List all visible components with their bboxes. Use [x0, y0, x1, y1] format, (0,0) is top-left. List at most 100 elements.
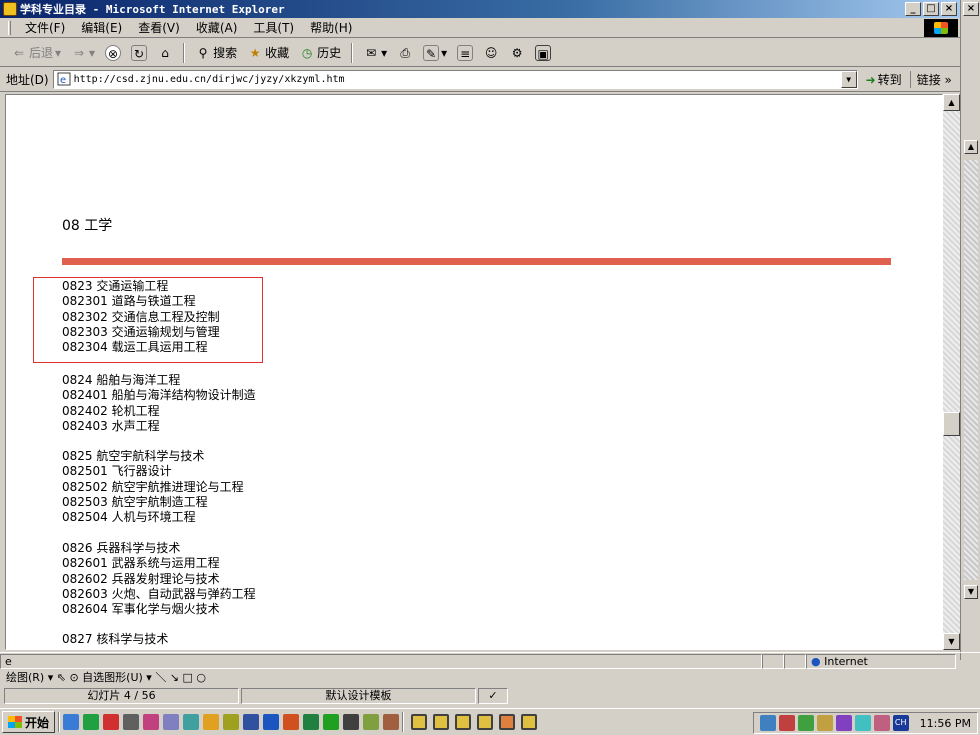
forward-arrow-icon: ⇒ [74, 45, 85, 60]
menu-file[interactable]: 文件(F) [17, 19, 73, 36]
task-window-icon[interactable] [411, 714, 428, 730]
background-scroll-up[interactable]: ▲ [964, 140, 978, 154]
task-window-icon[interactable] [477, 714, 494, 730]
discipline-line: 082402 轮机工程 [62, 403, 160, 418]
excel-quicklaunch-icon[interactable] [303, 714, 320, 730]
drawing-toolbar[interactable]: 绘图(R) ▾ ⇖ ⊙ 自选图形(U) ▾ ＼ ↘ □ ○ [0, 670, 980, 686]
history-button[interactable]: ◷ 历史 [296, 42, 344, 64]
standard-toolbar: ⇐ 后退 ▾ ⇒ ▾ ⊗ ↻ ⌂ ⚲ 搜索 ★ 收藏 ◷ 历史 ✉ ▾ ⎙ ✎ … [0, 39, 960, 67]
history-label: 历史 [317, 46, 342, 60]
tray-icon[interactable] [759, 715, 776, 731]
background-scroll-track[interactable] [964, 160, 978, 580]
app-quicklaunch-icon[interactable] [243, 714, 260, 730]
home-button[interactable]: ⌂ [154, 42, 176, 64]
app-quicklaunch-icon[interactable] [363, 714, 380, 730]
stop-button[interactable]: ⊗ [102, 42, 124, 64]
app-quicklaunch-icon[interactable] [223, 714, 240, 730]
red-divider [62, 258, 891, 265]
ime-indicator[interactable]: CH [892, 715, 909, 731]
tray-icon[interactable] [854, 715, 871, 731]
favorites-button[interactable]: ★ 收藏 [244, 42, 292, 64]
zone-panel: ● Internet [806, 654, 956, 669]
scroll-thumb[interactable] [943, 412, 960, 436]
windows-logo-icon [924, 19, 958, 37]
scroll-down-button[interactable]: ▼ [943, 633, 960, 650]
menubar-grip[interactable] [8, 20, 11, 35]
background-scroll-down[interactable]: ▼ [964, 585, 978, 599]
ie-quicklaunch-icon[interactable] [63, 714, 80, 730]
app-quicklaunch-icon[interactable] [383, 714, 400, 730]
refresh-button[interactable]: ↻ [128, 42, 150, 64]
discuss-icon: ≡ [457, 44, 474, 61]
search-button[interactable]: ⚲ 搜索 [192, 42, 240, 64]
app-quicklaunch-icon[interactable] [183, 714, 200, 730]
scroll-up-button[interactable]: ▲ [943, 94, 960, 111]
favorites-icon: ★ [249, 45, 261, 60]
page-done-icon: e [5, 655, 12, 668]
spellcheck-icon[interactable]: ✓ [478, 688, 508, 704]
links-button[interactable]: 链接 » [909, 71, 952, 88]
address-dropdown-button[interactable]: ▼ [840, 71, 857, 88]
task-window-icon[interactable] [455, 714, 472, 730]
minimize-button[interactable]: _ [905, 2, 921, 16]
forward-dropdown-icon[interactable]: ▾ [89, 46, 95, 60]
desktop-quicklaunch-icon[interactable] [83, 714, 100, 730]
menu-edit[interactable]: 编辑(E) [73, 19, 130, 36]
tray-icon[interactable] [797, 715, 814, 731]
vertical-scrollbar[interactable]: ▲ ▼ [943, 94, 960, 650]
edit-page-icon: ✎ [423, 44, 440, 61]
messenger-icon: ☺ [484, 45, 498, 60]
discuss-button[interactable]: ≡ [454, 42, 476, 64]
clock[interactable]: 11:56 PM [920, 717, 971, 730]
go-label: 转到 [877, 73, 902, 87]
discipline-line: 082604 军事化学与烟火技术 [62, 602, 220, 617]
app-quicklaunch-icon[interactable] [163, 714, 180, 730]
edit-dropdown-icon[interactable]: ▾ [441, 46, 447, 60]
mail-button[interactable]: ✉ ▾ [360, 42, 390, 64]
tray-icon[interactable] [816, 715, 833, 731]
start-button[interactable]: 开始 [2, 711, 56, 733]
back-dropdown-icon[interactable]: ▾ [55, 46, 61, 60]
word-quicklaunch-icon[interactable] [263, 714, 280, 730]
menu-help[interactable]: 帮助(H) [302, 19, 360, 36]
app-quicklaunch-icon[interactable] [123, 714, 140, 730]
discipline-line: 082503 航空宇航制造工程 [62, 494, 208, 509]
close-button[interactable]: × [941, 2, 957, 16]
print-button[interactable]: ⎙ [394, 42, 416, 64]
page-content: 08 工学 0823 交通运输工程 082301 道路与铁道工程 082302 … [5, 94, 943, 650]
edit-button[interactable]: ✎ ▾ [420, 42, 450, 64]
research-button[interactable]: ⚙ [506, 42, 528, 64]
task-window-icon[interactable] [433, 714, 450, 730]
app-quicklaunch-icon[interactable] [103, 714, 120, 730]
menu-view[interactable]: 查看(V) [130, 19, 188, 36]
app-quicklaunch-icon[interactable] [343, 714, 360, 730]
page-icon: e [57, 72, 71, 86]
background-close-button[interactable]: × [963, 2, 979, 16]
discipline-group: 0824 船舶与海洋工程 082401 船舶与海洋结构物设计制造 082402 … [62, 373, 256, 434]
tray-icon[interactable] [835, 715, 852, 731]
task-window-icon[interactable] [499, 714, 516, 730]
design-template: 默认设计模板 [241, 688, 476, 704]
media-button[interactable]: ▣ [532, 42, 554, 64]
back-button[interactable]: ⇐ 后退 ▾ [8, 42, 64, 64]
app-quicklaunch-icon[interactable] [323, 714, 340, 730]
app-quicklaunch-icon[interactable] [203, 714, 220, 730]
menu-favorites[interactable]: 收藏(A) [188, 19, 246, 36]
app-quicklaunch-icon[interactable] [143, 714, 160, 730]
ie-app-icon[interactable] [3, 2, 17, 16]
maximize-button[interactable]: □ [923, 2, 939, 16]
go-button[interactable]: ➜ 转到 [866, 71, 902, 88]
print-icon: ⎙ [400, 45, 410, 60]
tray-icon[interactable] [873, 715, 890, 731]
address-input[interactable]: e http://csd.zjnu.edu.cn/dirjwc/jyzy/xkz… [52, 70, 858, 89]
ppt-quicklaunch-icon[interactable] [283, 714, 300, 730]
mail-dropdown-icon[interactable]: ▾ [381, 46, 387, 60]
forward-button[interactable]: ⇒ ▾ [68, 42, 98, 64]
messenger-button[interactable]: ☺ [480, 42, 502, 64]
menu-tools[interactable]: 工具(T) [245, 19, 302, 36]
task-window-icon[interactable] [521, 714, 538, 730]
tray-icon[interactable] [778, 715, 795, 731]
mail-icon: ✉ [366, 45, 377, 60]
discipline-line: 0827 核科学与技术 [62, 632, 169, 646]
title-bar[interactable]: 学科专业目录 - Microsoft Internet Explorer _ □… [0, 0, 960, 18]
